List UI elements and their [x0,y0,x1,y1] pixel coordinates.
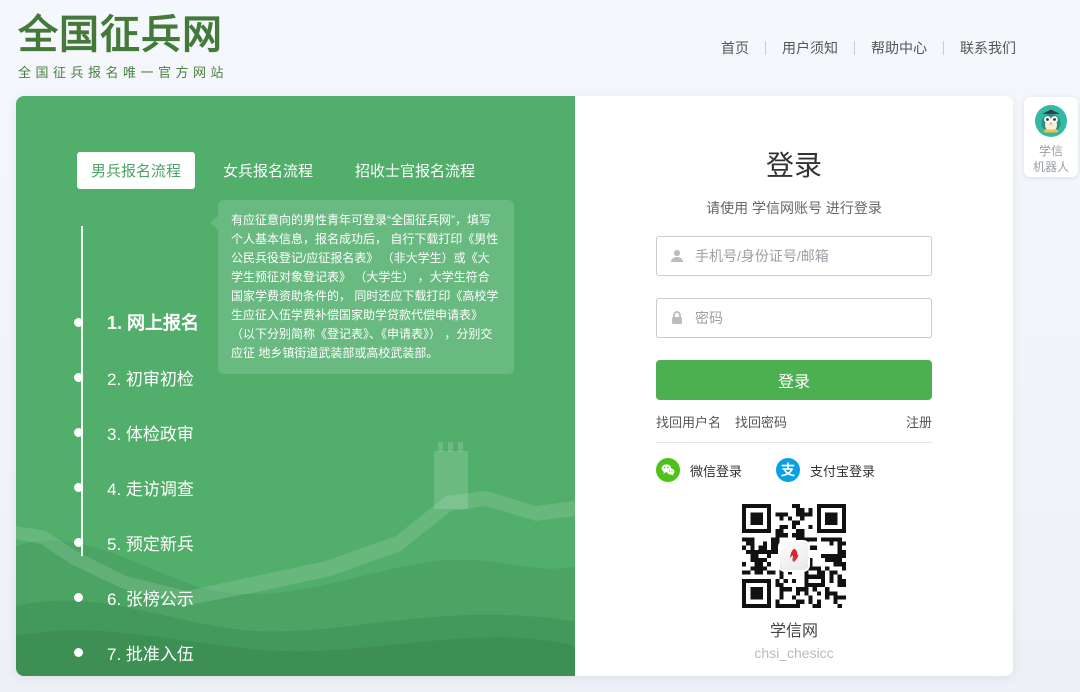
qr-center-logo [780,542,808,570]
chsi-bird-logo [785,547,803,565]
alipay-login-button[interactable]: 支 支付宝登录 [776,458,875,482]
wechat-login-button[interactable]: 微信登录 [656,458,742,482]
alipay-icon: 支 [776,458,800,482]
assistant-label-line2: 机器人 [1024,159,1078,175]
password-field [656,298,932,338]
top-nav: 首页 用户须知 帮助中心 联系我们 [721,38,1016,58]
timeline-dot [74,483,83,492]
process-tabs: 男兵报名流程 女兵报名流程 招收士官报名流程 [77,152,503,189]
timeline-dot [74,538,83,547]
password-input[interactable] [695,310,919,326]
login-panel: 登录 请使用 学信网账号 进行登录 登录 找回用户名 找回密码 注册 [575,96,1013,676]
tab-nco-enlist-process[interactable]: 招收士官报名流程 [341,152,489,189]
timeline-dot [74,593,83,602]
step-home-visit-survey: 4. 走访调查 [74,474,194,500]
account-links-row: 找回用户名 找回密码 注册 [656,412,932,431]
timeline-dot [74,648,83,657]
logo-title: 全国征兵网 [18,12,228,58]
nav-item-help-center[interactable]: 帮助中心 [871,38,927,58]
account-field [656,236,932,276]
find-username-link[interactable]: 找回用户名 [656,412,721,431]
user-icon [669,248,685,264]
logo-subtitle: 全国征兵报名唯一官方网站 [18,62,228,81]
tab-male-enlist-process[interactable]: 男兵报名流程 [77,152,195,189]
third-party-login-row: 微信登录 支 支付宝登录 [656,458,932,482]
qr-account-id: chsi_chesicc [575,645,1013,661]
step-initial-review: 2. 初审初检 [74,364,194,390]
nav-separator [854,41,855,55]
timeline-dot [74,428,83,437]
chsi-robot-icon [1034,104,1068,138]
qr-code [742,504,846,608]
step-physical-political-exam: 3. 体检政审 [74,419,194,445]
qr-block: 学信网 chsi_chesicc [575,504,1013,661]
site-header: 全国征兵网 全国征兵报名唯一官方网站 首页 用户须知 帮助中心 联系我们 [0,0,1080,96]
step1-description-tooltip: 有应征意向的男性青年可登录“全国征兵网”，填写个人基本信息，报名成功后， 自行下… [218,200,514,374]
nav-item-home[interactable]: 首页 [721,38,749,58]
step-public-announcement: 6. 张榜公示 [74,584,194,610]
tab-female-enlist-process[interactable]: 女兵报名流程 [209,152,327,189]
lock-icon [669,310,685,326]
step-approval-enlistment: 7. 批准入伍 [74,639,194,665]
step-online-registration: 1. 网上报名 [74,309,199,335]
main-card: 男兵报名流程 女兵报名流程 招收士官报名流程 1. 网上报名 2. 初审初检 3… [16,96,1013,676]
process-panel: 男兵报名流程 女兵报名流程 招收士官报名流程 1. 网上报名 2. 初审初检 3… [16,96,575,676]
tooltip-arrow [210,216,218,230]
step-pre-assignment: 5. 预定新兵 [74,529,194,555]
timeline-dot [74,318,83,327]
login-button[interactable]: 登录 [656,360,932,400]
assistant-widget[interactable]: 学信 机器人 [1024,97,1078,177]
timeline-line [81,226,83,556]
find-password-link[interactable]: 找回密码 [735,412,787,431]
timeline-dot [74,373,83,382]
login-subtitle: 请使用 学信网账号 进行登录 [575,198,1013,218]
site-logo[interactable]: 全国征兵网 全国征兵报名唯一官方网站 [18,12,228,81]
login-title: 登录 [575,144,1013,184]
assistant-label-line1: 学信 [1024,143,1078,159]
register-link[interactable]: 注册 [906,412,932,431]
qr-caption: 学信网 [575,617,1013,641]
nav-separator [943,41,944,55]
divider [656,442,932,443]
nav-item-contact-us[interactable]: 联系我们 [960,38,1016,58]
nav-separator [765,41,766,55]
account-input[interactable] [695,248,919,264]
nav-item-user-notice[interactable]: 用户须知 [782,38,838,58]
wechat-icon [656,458,680,482]
